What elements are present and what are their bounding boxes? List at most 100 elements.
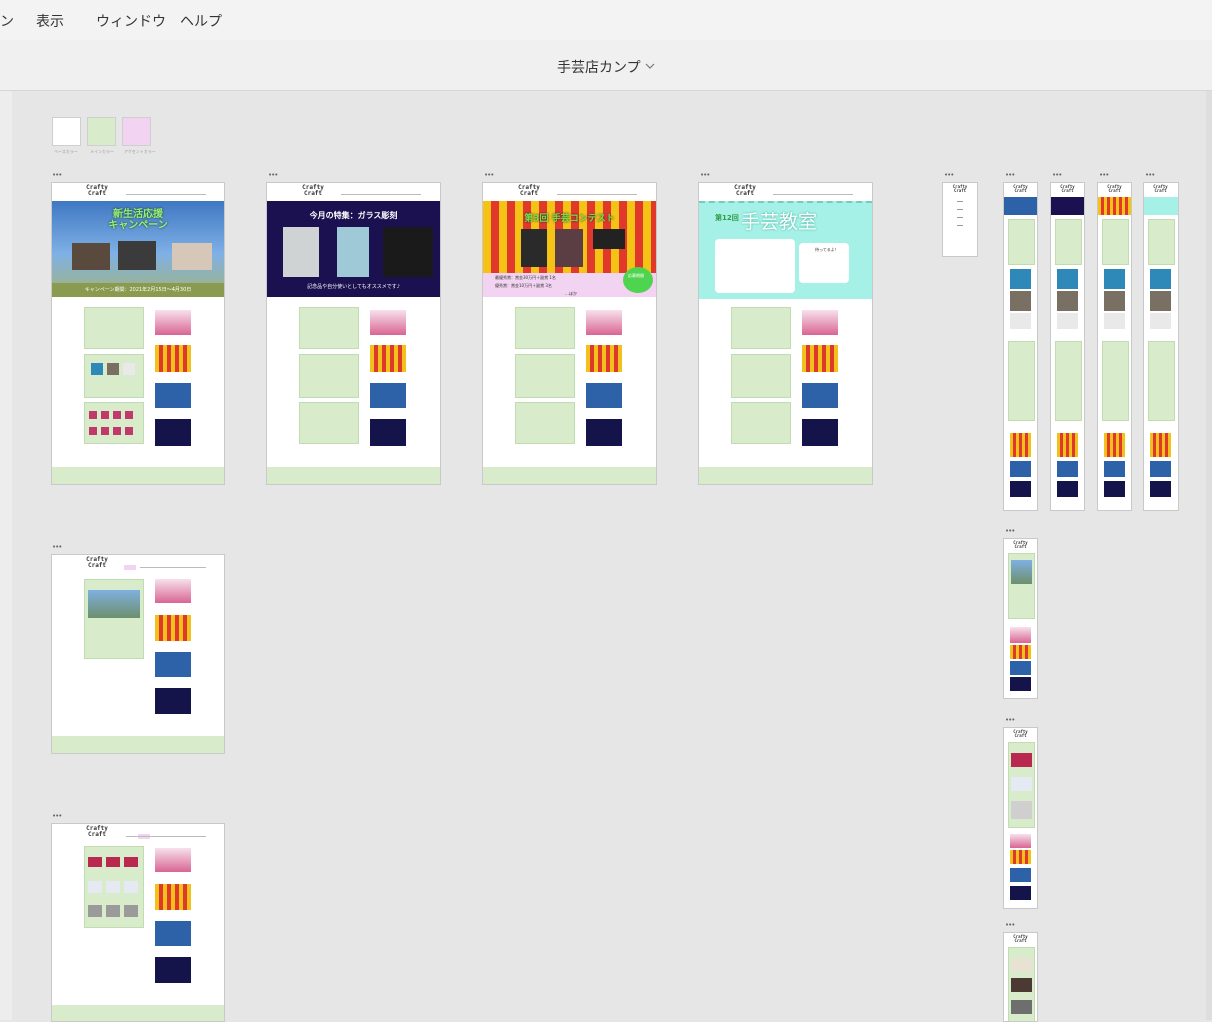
menu-item-view[interactable]: 表示: [36, 11, 64, 31]
glass-banner-small[interactable]: [586, 419, 622, 446]
contest-banner[interactable]: [155, 345, 191, 372]
artboard-mobile-glass[interactable]: Crafty Craft: [1050, 182, 1085, 511]
campaign-banner-small[interactable]: [802, 383, 838, 408]
artboard-class[interactable]: Crafty Craft 第12回 手芸教室 待ってるよ！: [698, 182, 873, 485]
artboard-handle[interactable]: •••: [52, 813, 62, 820]
online-shop-banner[interactable]: [370, 310, 406, 335]
nav-menu[interactable]: [773, 194, 853, 195]
swatch-base-color[interactable]: [52, 117, 81, 146]
prize-1: 最優秀賞：賞金30万円＋副賞 1名: [495, 275, 556, 280]
logo: Crafty Craft: [1013, 540, 1028, 549]
online-shop-banner[interactable]: [155, 579, 191, 603]
artboard-mobile-contest[interactable]: Crafty Craft: [1097, 182, 1132, 511]
glass-banner-small[interactable]: [155, 688, 191, 714]
banner-title: 第3回 手芸コンテスト: [524, 214, 615, 224]
online-shop-banner[interactable]: [802, 310, 838, 335]
artboard-handle[interactable]: •••: [1005, 172, 1015, 179]
logo: Crafty Craft: [1153, 184, 1168, 193]
logo: Crafty Craft: [86, 184, 108, 197]
swatch-main-color[interactable]: [87, 117, 116, 146]
artboard-gallery[interactable]: Crafty Craft: [51, 823, 225, 1022]
contest-banner[interactable]: [155, 884, 191, 910]
campaign-banner-small[interactable]: [370, 383, 406, 408]
online-shop-banner[interactable]: [155, 310, 191, 335]
glass-banner-small[interactable]: [155, 957, 191, 983]
glass-banner-small[interactable]: [370, 419, 406, 446]
nav-menu[interactable]: [140, 567, 206, 568]
document-title[interactable]: 手芸店カンプ: [557, 57, 641, 77]
gallery-block: [731, 402, 791, 444]
swatch-accent-color[interactable]: [122, 117, 151, 146]
class-number: 第12回: [715, 214, 739, 222]
gallery-block: [515, 402, 575, 444]
chevron-down-icon[interactable]: [645, 61, 655, 71]
artboard-handle[interactable]: •••: [1099, 172, 1109, 179]
online-shop-banner[interactable]: [155, 848, 191, 872]
nav-menu[interactable]: [126, 836, 206, 837]
contest-banner[interactable]: [802, 345, 838, 372]
banner-title: 今月の特集：ガラス彫刻: [309, 211, 398, 220]
logo: Crafty Craft: [1013, 934, 1028, 943]
online-shop-banner[interactable]: [586, 310, 622, 335]
footer: [267, 467, 440, 484]
product-image: [118, 241, 156, 270]
artboard-handle[interactable]: •••: [52, 172, 62, 179]
campaign-banner-small[interactable]: [155, 383, 191, 408]
footer: [52, 467, 224, 484]
nav-menu[interactable]: [341, 194, 421, 195]
glass-banner-small[interactable]: [155, 419, 191, 446]
glass-banner-small[interactable]: [802, 419, 838, 446]
artboard-about[interactable]: Crafty Craft: [51, 554, 225, 754]
class-banner[interactable]: 第12回 手芸教室 待ってるよ！: [699, 201, 872, 299]
artboard-handle[interactable]: •••: [700, 172, 710, 179]
contest-banner-large[interactable]: 第3回 手芸コンテスト 最優秀賞：賞金30万円＋副賞 1名 優秀賞：賞金10万円…: [483, 201, 656, 297]
artboard-handle[interactable]: •••: [1052, 172, 1062, 179]
nav-menu[interactable]: [557, 194, 637, 195]
contest-banner[interactable]: [586, 345, 622, 372]
logo: Crafty Craft: [302, 184, 324, 197]
artboard-handle[interactable]: •••: [1145, 172, 1155, 179]
contest-banner[interactable]: [370, 345, 406, 372]
logo: Crafty Craft: [86, 825, 108, 838]
artboard-handle[interactable]: •••: [944, 172, 954, 179]
info-block: [299, 307, 359, 349]
artboard-handle[interactable]: •••: [52, 544, 62, 551]
menu-item-partial[interactable]: ン: [0, 11, 14, 31]
info-block: [515, 307, 575, 349]
info-block: [731, 307, 791, 349]
logo: Crafty Craft: [734, 184, 756, 197]
menu-item-window[interactable]: ウィンドウ: [96, 11, 166, 31]
product-image: [172, 243, 212, 270]
artboard-contest[interactable]: Crafty Craft 第3回 手芸コンテスト 最優秀賞：賞金30万円＋副賞 1…: [482, 182, 657, 485]
gallery-block: [84, 354, 144, 398]
artboard-mobile-class-detail[interactable]: Crafty Craft: [1003, 932, 1038, 1022]
nav-menu[interactable]: [126, 194, 206, 195]
artboard-mobile-menu[interactable]: Crafty Craft: [942, 182, 978, 257]
logo: Crafty Craft: [1060, 184, 1075, 193]
campaign-banner-small[interactable]: [155, 652, 191, 677]
footer: [52, 736, 224, 753]
artboard-campaign[interactable]: Crafty Craft 新生活応援 キャンペーン キャンペーン期間：2021年2…: [51, 182, 225, 485]
logo: Crafty Craft: [1013, 729, 1028, 738]
campaign-banner-small[interactable]: [155, 921, 191, 946]
gallery-block: [515, 354, 575, 398]
menu-item-help[interactable]: ヘルプ: [180, 11, 222, 31]
gallery-block: [84, 846, 144, 928]
class-title: 手芸教室: [741, 211, 818, 233]
artboard-handle[interactable]: •••: [1005, 717, 1015, 724]
canvas-scrollbar[interactable]: [1206, 91, 1212, 1020]
contest-banner[interactable]: [155, 615, 191, 641]
artboard-mobile-about[interactable]: Crafty Craft: [1003, 538, 1038, 699]
artboard-glass[interactable]: Crafty Craft 今月の特集：ガラス彫刻 記念品や自分使いとしてもオススメ…: [266, 182, 441, 485]
campaign-banner[interactable]: 新生活応援 キャンペーン キャンペーン期間：2021年2月15日～4月30日: [52, 201, 224, 297]
artboard-handle[interactable]: •••: [1005, 922, 1015, 929]
artboard-handle[interactable]: •••: [268, 172, 278, 179]
artboard-mobile-class[interactable]: Crafty Craft: [1143, 182, 1179, 511]
prize-2: 優秀賞：賞金10万円＋副賞 3名: [495, 283, 552, 288]
artboard-handle[interactable]: •••: [484, 172, 494, 179]
artboard-handle[interactable]: •••: [1005, 528, 1015, 535]
glass-banner[interactable]: 今月の特集：ガラス彫刻 記念品や自分使いとしてもオススメです♪: [267, 201, 440, 297]
artboard-mobile-gallery[interactable]: Crafty Craft: [1003, 727, 1038, 909]
campaign-banner-small[interactable]: [586, 383, 622, 408]
artboard-mobile-campaign[interactable]: Crafty Craft: [1003, 182, 1038, 511]
